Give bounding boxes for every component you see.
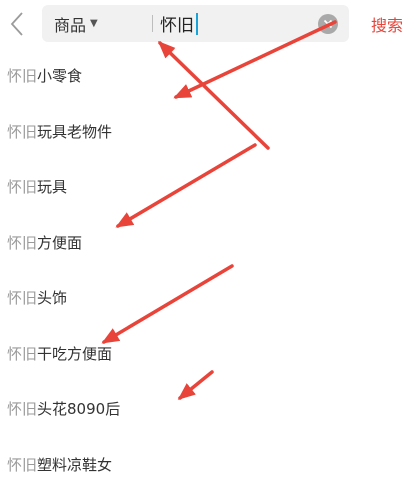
suggestion-item[interactable]: 怀旧头饰 <box>0 270 415 326</box>
back-button[interactable] <box>0 4 34 44</box>
suggestion-item[interactable]: 怀旧小零食 <box>0 48 415 104</box>
suggestion-item[interactable]: 怀旧玩具 <box>0 159 415 215</box>
text-cursor <box>196 13 198 35</box>
suggestion-item[interactable]: 怀旧头花8090后 <box>0 381 415 437</box>
divider <box>152 15 153 32</box>
suggestion-list: 怀旧小零食 怀旧玩具老物件 怀旧玩具 怀旧方便面 怀旧头饰 怀旧干吃方便面 怀旧… <box>0 48 415 492</box>
clear-button[interactable] <box>318 14 338 34</box>
caret-down-icon: ▼ <box>90 18 98 29</box>
clear-icon <box>323 19 333 29</box>
search-button[interactable]: 搜索 <box>362 0 412 48</box>
search-header: 商品 ▼ 怀旧 搜索 <box>0 0 415 48</box>
search-query-text: 怀旧 <box>160 11 194 36</box>
scope-label: 商品 <box>54 12 86 36</box>
search-box[interactable]: 商品 ▼ 怀旧 <box>42 5 349 42</box>
scope-dropdown[interactable]: 商品 ▼ <box>54 5 98 42</box>
suggestion-item[interactable]: 怀旧干吃方便面 <box>0 326 415 382</box>
back-chevron-icon <box>10 11 24 37</box>
suggestion-item[interactable]: 怀旧方便面 <box>0 215 415 271</box>
suggestion-item[interactable]: 怀旧玩具老物件 <box>0 104 415 160</box>
search-input[interactable]: 怀旧 <box>160 5 320 42</box>
